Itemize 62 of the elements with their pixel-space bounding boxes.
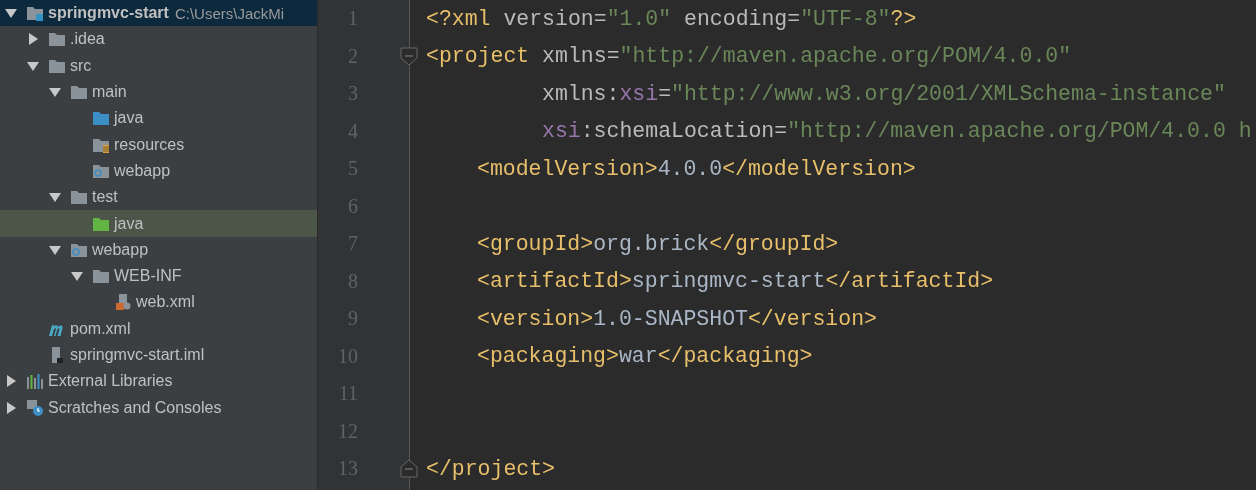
item-name: resources	[114, 135, 185, 154]
collapsed-arrow-icon[interactable]	[4, 374, 18, 389]
fold-marker-icon[interactable]	[399, 458, 419, 479]
item-name: springmvc-start	[48, 4, 169, 23]
folder-icon	[92, 110, 110, 127]
folder-icon	[48, 31, 66, 48]
web-folder-icon	[70, 241, 88, 258]
code-line: <artifactId>springmvc-start</artifactId>	[476, 269, 994, 294]
code-line: <modelVersion>4.0.0</modelVersion>	[476, 156, 916, 181]
fold-marker-icon[interactable]	[399, 46, 419, 67]
item-name: webapp	[114, 161, 171, 180]
tree-item[interactable]: springmvc-start C:\Users\JackMi	[0, 0, 317, 27]
tree-item[interactable]: pom.xml	[0, 315, 317, 342]
xml-file-icon	[114, 294, 132, 311]
collapsed-arrow-icon[interactable]	[26, 32, 40, 47]
folder-icon	[92, 268, 110, 285]
item-name: Scratches and Consoles	[48, 398, 222, 417]
tree-item[interactable]: webapp	[0, 236, 317, 263]
tree-item[interactable]: External Libraries	[0, 368, 317, 395]
item-name: pom.xml	[70, 319, 131, 338]
tree-item[interactable]: springmvc-start.iml	[0, 341, 317, 369]
tree-item[interactable]: Scratches and Consoles	[0, 394, 317, 421]
tree-item[interactable]: test	[0, 184, 317, 211]
tree-item[interactable]: java	[0, 105, 317, 132]
tree-item[interactable]: .idea	[0, 26, 317, 53]
code-line: xmlns:xsi="http://www.w3.org/2001/XMLSchema-instance"	[541, 81, 1226, 106]
libraries-icon	[26, 373, 44, 390]
item-name: webapp	[92, 240, 149, 259]
code-line: <packaging>war</packaging>	[476, 344, 813, 369]
tree-item[interactable]: src	[0, 52, 317, 79]
item-name: java	[114, 214, 144, 233]
web-folder-icon	[92, 162, 110, 179]
item-name: springmvc-start.iml	[70, 346, 205, 364]
collapsed-arrow-icon[interactable]	[4, 400, 18, 415]
code-line: <groupId>org.brick</groupId>	[476, 231, 839, 256]
item-name: WEB-INF	[114, 267, 182, 286]
module-folder-icon	[26, 5, 44, 22]
tree-item[interactable]: web.xml	[0, 289, 317, 316]
folder-icon	[48, 57, 66, 74]
tree-item[interactable]: resources	[0, 131, 317, 158]
item-name: test	[92, 188, 118, 207]
scratches-icon	[26, 399, 44, 416]
item-name: web.xml	[136, 293, 195, 312]
code-line: xsi:schemaLocation="http://maven.apache.org/POM/4.0.0 h	[541, 119, 1252, 144]
code-line: <version>1.0-SNAPSHOT</version>	[476, 306, 877, 331]
item-name: src	[70, 56, 92, 75]
item-name: .idea	[70, 30, 105, 49]
code-line: </project>	[425, 456, 556, 481]
item-path: C:\Users\JackMi	[174, 4, 285, 22]
tree-item[interactable]: java	[0, 210, 317, 237]
code-line: <project xmlns="http://maven.apache.org/POM/4.0.0"	[425, 44, 1072, 69]
folder-icon	[92, 215, 110, 232]
folder-icon	[70, 189, 88, 206]
tree-item[interactable]: WEB-INF	[0, 262, 317, 290]
item-name: main	[92, 83, 127, 102]
resources-folder-icon	[92, 136, 110, 153]
folder-icon	[70, 84, 88, 101]
tree-item[interactable]: webapp	[0, 157, 317, 185]
item-name: External Libraries	[48, 372, 173, 391]
tree-item[interactable]: main	[0, 78, 317, 106]
code-line: <?xml version="1.0" encoding="UTF-8"?>	[425, 6, 917, 31]
item-name: java	[114, 109, 144, 128]
